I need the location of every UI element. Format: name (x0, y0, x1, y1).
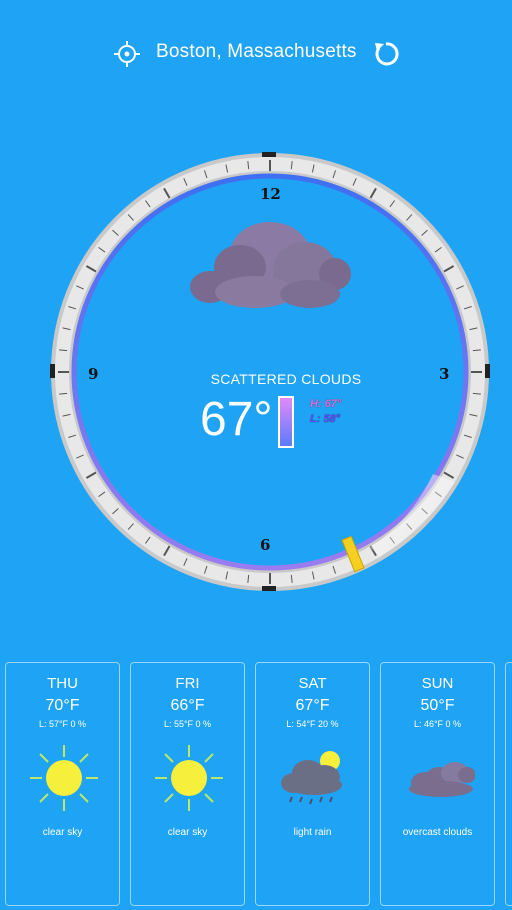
forecast-card-partial[interactable] (505, 662, 512, 906)
forecast-temp: 70°F (45, 697, 80, 714)
forecast-day: SAT (298, 675, 327, 692)
forecast-day: SUN (421, 675, 454, 692)
crosshair-icon[interactable] (113, 40, 141, 68)
sun-icon (30, 745, 98, 811)
forecast-temp: 66°F (170, 697, 205, 714)
forecast-temp: 67°F (295, 697, 330, 714)
sun-icon (155, 745, 223, 811)
forecast-card-fri[interactable]: FRI 66°F L: 55°F 0 % clear sky (130, 662, 245, 906)
hour-label-9: 9 (88, 365, 99, 383)
hour-label-6: 6 (260, 536, 271, 554)
thermometer-bar (278, 396, 294, 448)
forecast-temp: 50°F (420, 697, 455, 714)
forecast-meta: L: 46°F 0 % (413, 719, 462, 729)
hour-label-3: 3 (439, 365, 450, 383)
current-temperature: 67° (200, 393, 273, 446)
forecast-day: FRI (175, 675, 200, 692)
rain-cloud-icon (281, 751, 342, 805)
low-temperature: L: 58° (310, 413, 341, 425)
forecast-description: clear sky (42, 827, 83, 838)
condition-text: SCATTERED CLOUDS (210, 371, 362, 387)
header: Boston, Massachusetts (0, 28, 512, 76)
forecast-list: THU 70°F L: 57°F 0 % clear sky FRI 66°F … (0, 662, 512, 910)
forecast-day: THU (47, 675, 78, 692)
forecast-description: clear sky (167, 827, 208, 838)
location-name: Boston, Massachusetts (156, 41, 357, 62)
forecast-description: overcast clouds (402, 827, 473, 838)
high-temperature: H: 67° (310, 398, 342, 410)
cloud-icon (190, 222, 351, 308)
forecast-meta: L: 57°F 0 % (38, 719, 87, 729)
forecast-card-sat[interactable]: SAT 67°F L: 54°F 20 % light rain (255, 662, 370, 906)
forecast-card-thu[interactable]: THU 70°F L: 57°F 0 % clear sky (5, 662, 120, 906)
forecast-description: light rain (293, 827, 332, 838)
refresh-icon[interactable] (371, 39, 401, 69)
overcast-clouds-icon (409, 762, 475, 797)
hour-label-12: 12 (260, 185, 281, 203)
forecast-meta: L: 54°F 20 % (286, 719, 339, 729)
forecast-meta: L: 55°F 0 % (163, 719, 212, 729)
forecast-card-sun[interactable]: SUN 50°F L: 46°F 0 % overcast clouds (380, 662, 495, 906)
